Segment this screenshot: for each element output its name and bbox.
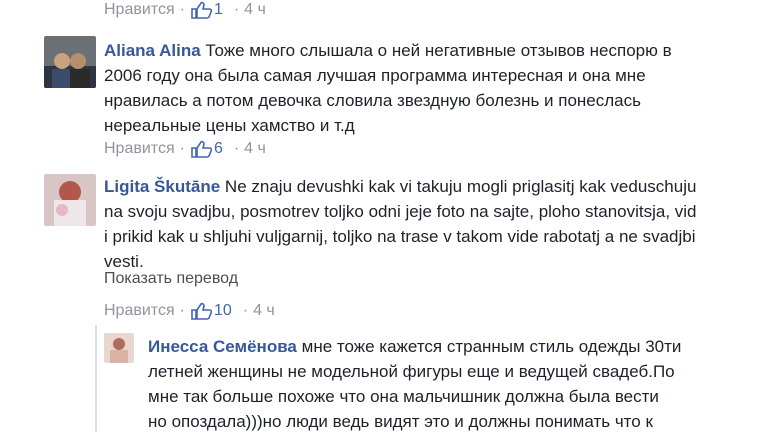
comment-text-line: i prikid kak u shljuhi vuljgarnij, toljk… [104,227,696,246]
show-translation-link[interactable]: Показать перевод [104,270,238,288]
comment-actions: Нравится · 6 · 4 ч [104,140,266,158]
timestamp[interactable]: 4 ч [244,1,266,19]
comment-text-line: Ne znaju devushki kak vi takuju mogli pr… [224,177,697,196]
avatar[interactable] [44,36,96,88]
comment-text-line: нереальные цены хамство и т.д [104,116,355,135]
like-count[interactable]: 1 [214,1,223,19]
separator-dot: · [179,140,185,157]
comment-text-line: vesti. [104,252,144,271]
reply-body: Инесса Семёнова мне тоже кажется странны… [148,334,748,434]
comment-body: Aliana Alina Тоже много слышала о ней не… [104,38,744,138]
comment-body: Ligita Škutāne Ne znaju devushki kak vi … [104,174,764,274]
separator-dot: · [233,140,240,157]
timestamp[interactable]: 4 ч [253,302,275,320]
comment-author[interactable]: Инесса Семёнова [148,337,297,356]
comment-text-line: летней женщины не модельной фигуры еще и… [148,362,675,381]
comment-actions: Нравится · 10 · 4 ч [104,302,275,320]
comment-text-line: na svoju svadjbu, posmotrev toljko odni … [104,202,697,221]
comment-text-line: нравилась а потом девочка словила звездн… [104,91,641,110]
avatar[interactable] [104,333,134,363]
separator-dot: · [233,1,240,18]
thumbs-up-icon [191,1,212,19]
thumbs-up-icon [191,140,212,158]
separator-dot: · [179,1,185,18]
separator-dot: · [242,302,249,319]
comment-actions: Нравится · 1 · 4 ч [104,1,266,19]
comment-author[interactable]: Ligita Škutāne [104,177,220,196]
comment-text-line: мне тоже кажется странным стиль одежды 3… [301,337,682,356]
like-count[interactable]: 10 [214,302,232,320]
comment-text-line: 2006 году она была самая лучшая программ… [104,66,646,85]
comment-author[interactable]: Aliana Alina [104,41,201,60]
avatar[interactable] [44,174,96,226]
thumbs-up-icon [191,302,212,320]
comment-text-line: Тоже много слышала о ней негативные отзы… [205,41,672,60]
comment-text-line: мне так больше похоже что она мальчишник… [148,387,659,406]
like-button[interactable]: Нравится [104,302,175,320]
separator-dot: · [179,302,185,319]
like-button[interactable]: Нравится [104,140,175,158]
like-count[interactable]: 6 [214,140,223,158]
timestamp[interactable]: 4 ч [244,140,266,158]
reply-thread-line [95,325,97,432]
comment-text-line: но опоздала)))но люди ведь видят это и д… [148,412,653,431]
like-button[interactable]: Нравится [104,1,175,19]
